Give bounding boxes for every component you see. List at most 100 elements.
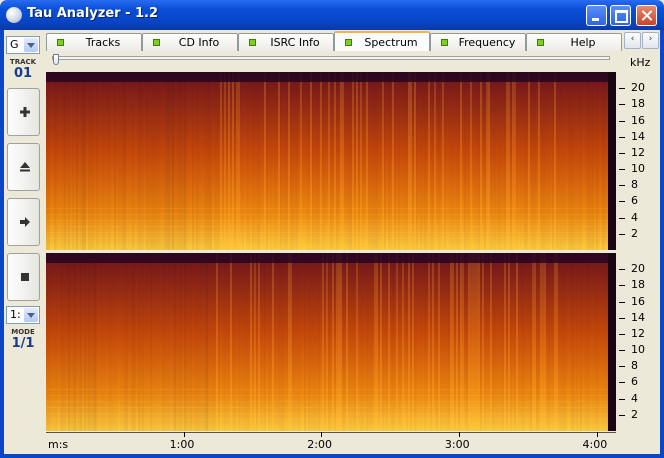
spectrogram-column <box>566 72 568 250</box>
spectrogram-column <box>348 72 350 250</box>
spectrogram-column <box>390 72 392 250</box>
spectrogram-column <box>254 253 256 431</box>
spectrogram-column <box>458 253 460 431</box>
tab-help[interactable]: Help <box>526 33 622 51</box>
spectrogram-column <box>544 72 546 250</box>
spectrogram-column <box>578 253 580 431</box>
spectrogram-column <box>372 253 374 431</box>
spectrogram-column <box>66 253 68 431</box>
stop-button[interactable] <box>7 253 40 301</box>
spectrogram-column <box>344 72 346 250</box>
position-slider-track[interactable] <box>52 56 610 60</box>
spectrogram-column <box>548 253 550 431</box>
x-tick-mark <box>458 432 460 437</box>
spectrogram-column <box>206 72 208 250</box>
spectrogram-column <box>100 72 102 250</box>
harmonic-band <box>46 419 608 420</box>
harmonic-band <box>46 220 608 221</box>
spectrogram-column <box>116 72 118 250</box>
tab-tracks[interactable]: Tracks <box>46 33 142 51</box>
spectrogram-column <box>380 72 382 250</box>
spectrogram-column <box>208 72 210 250</box>
spectrogram-column <box>358 253 360 431</box>
spectrogram-column <box>116 253 118 431</box>
spectrogram-column <box>162 253 164 431</box>
eject-button[interactable] <box>7 143 40 191</box>
spectrogram-column <box>146 253 148 431</box>
position-slider-thumb[interactable] <box>53 54 59 65</box>
mode-select[interactable]: 1: <box>6 306 40 324</box>
tab-scroll-left-button[interactable]: ‹ <box>624 32 641 49</box>
spectrogram-column <box>64 253 66 431</box>
spectrogram-column <box>502 72 504 250</box>
harmonic-band <box>46 401 608 402</box>
tab-scroll-right-button[interactable]: › <box>642 32 659 49</box>
spectrogram-column <box>522 72 524 250</box>
minimize-button[interactable] <box>586 5 607 26</box>
spectrogram-column <box>516 253 518 431</box>
spectrogram-column <box>580 253 582 431</box>
spectrogram-channel-1[interactable] <box>46 72 616 250</box>
spectrogram-column <box>532 253 534 431</box>
y-tick-label: 16 <box>631 294 645 308</box>
tab-cd-info[interactable]: CD Info <box>142 33 238 51</box>
y-tick-label: 20 <box>631 262 645 276</box>
chevron-down-icon[interactable] <box>24 38 38 52</box>
spectrogram-column <box>576 253 578 431</box>
app-icon <box>6 7 22 23</box>
spectrogram-column <box>190 72 192 250</box>
maximize-button[interactable] <box>610 5 631 26</box>
spectrogram-column <box>92 72 94 250</box>
spectrogram-column <box>310 253 312 431</box>
spectrogram-column <box>250 253 252 431</box>
tab-label: CD Info <box>178 36 220 49</box>
y-tick-mark <box>619 217 625 219</box>
spectrogram-column <box>166 72 168 250</box>
spectrogram-column <box>582 72 584 250</box>
spectrogram-column <box>396 72 398 250</box>
y-tick-label: 2 <box>631 226 638 240</box>
spectrogram-column <box>98 253 100 431</box>
close-button[interactable] <box>636 5 657 26</box>
spectrogram-column <box>318 253 320 431</box>
tab-isrc-info[interactable]: ISRC Info <box>238 33 334 51</box>
spectrogram-channel-2[interactable] <box>46 253 616 431</box>
channel-select[interactable]: G <box>6 36 40 54</box>
tab-spectrum[interactable]: Spectrum <box>334 31 430 51</box>
spectrogram-column <box>466 253 468 431</box>
play-button[interactable] <box>7 198 40 246</box>
spectrogram-column <box>598 72 600 250</box>
y-tick-mark <box>619 104 625 106</box>
add-button[interactable] <box>7 88 40 136</box>
spectrogram-column <box>178 253 180 431</box>
spectrogram-column <box>106 253 108 431</box>
spectrogram-column <box>428 253 430 431</box>
chevron-down-icon[interactable] <box>24 308 38 322</box>
spectrogram-column <box>594 253 596 431</box>
harmonic-band <box>46 232 608 233</box>
title-bar[interactable]: Tau Analyzer - 1.2 <box>0 0 664 30</box>
spectrogram-column <box>584 72 586 250</box>
y-tick-mark <box>619 201 625 203</box>
spectrogram-column <box>398 72 400 250</box>
spectrogram-column <box>256 72 258 250</box>
x-tick-label: 2:00 <box>307 438 332 451</box>
spectrogram-column <box>288 72 290 250</box>
spectrogram-column <box>180 253 182 431</box>
spectrogram-column <box>574 72 576 250</box>
chevron-right-icon: › <box>648 34 653 44</box>
spectrogram-column <box>468 253 470 431</box>
spectrogram-column <box>574 253 576 431</box>
spectrogram-column <box>270 253 272 431</box>
spectrogram-column <box>70 253 72 431</box>
spectrogram-column <box>104 253 106 431</box>
spectrogram-column <box>598 253 600 431</box>
spectrogram-column <box>400 253 402 431</box>
stop-icon <box>21 273 29 281</box>
spectrogram-column <box>560 253 562 431</box>
spectrogram-column <box>576 72 578 250</box>
spectrogram-column <box>550 72 552 250</box>
spectrogram-column <box>442 253 444 431</box>
spectrogram-column <box>230 253 232 431</box>
tab-frequency[interactable]: Frequency <box>430 33 526 51</box>
